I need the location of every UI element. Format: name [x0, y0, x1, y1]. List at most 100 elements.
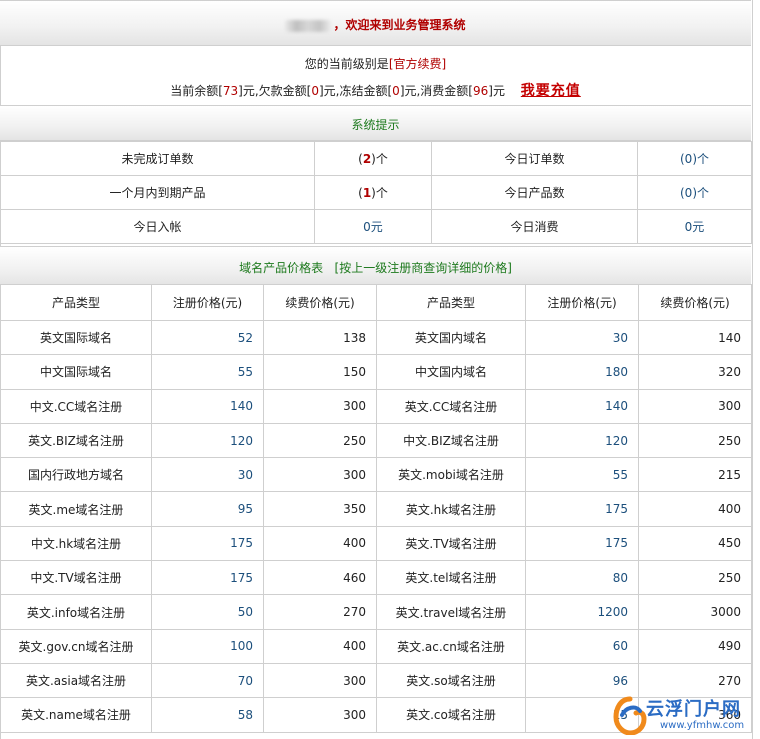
today-products-value: (0)个 [637, 175, 752, 210]
reg-price-cell: 58 [151, 697, 264, 733]
system-stats-table: 未完成订单数 (2)个 今日订单数 (0)个 一个月内到期产品 (1)个 今日产… [0, 141, 752, 244]
renew-price-cell: 270 [263, 594, 377, 630]
product-type-cell: 英文.hk域名注册 [376, 491, 526, 527]
col-header-product-type: 产品类型 [376, 284, 526, 321]
balance-value: 73 [222, 84, 239, 98]
today-income-value: 0元 [314, 209, 432, 244]
currency-suffix: ]元 [488, 84, 505, 98]
reg-price-cell: 100 [151, 628, 264, 664]
blurred-username [285, 19, 332, 32]
stat-label: 今日订单数 [431, 141, 638, 176]
renew-price-cell: 250 [263, 422, 377, 459]
frozen-value: 0 [392, 84, 400, 98]
product-type-cell: 中文.hk域名注册 [0, 525, 152, 562]
renew-price-cell: 400 [263, 525, 377, 562]
product-type-cell: 英文.travel域名注册 [376, 594, 526, 630]
balance-label: 当前余额[ [170, 84, 223, 98]
level-value: [官方续费] [388, 57, 447, 71]
frozen-label: ]元,冻结金额[ [318, 84, 393, 98]
col-header-renew-price: 续费价格(元) [263, 284, 377, 321]
renew-price-cell: 400 [263, 628, 377, 664]
reg-price-cell: 120 [151, 422, 264, 459]
account-level-line: 您的当前级别是[官方续费] [0, 55, 751, 72]
stat-value[interactable]: (1)个 [314, 175, 432, 210]
renew-price-cell: 300 [263, 697, 377, 733]
stat-label: 今日入帐 [0, 209, 315, 244]
reg-price-cell: 60 [525, 628, 639, 664]
renew-price-cell: 138 [263, 319, 377, 356]
domain-price-table: 产品类型 注册价格(元) 续费价格(元) 产品类型 注册价格(元) 续费价格(元… [0, 284, 752, 733]
price-row: 中文.CC域名注册 140 300 英文.CC域名注册 140 300 [0, 388, 752, 424]
stat-label: 未完成订单数 [0, 141, 315, 176]
price-row: 英文国际域名 52 138 英文国内域名 30 140 [0, 319, 752, 356]
product-type-cell: 英文.co域名注册 [376, 697, 526, 733]
stat-label: 今日消费 [431, 209, 638, 244]
renew-price-cell: 400 [638, 491, 752, 527]
consumed-value: 96 [473, 84, 489, 98]
price-row: 中文国际域名 55 150 中文国内域名 180 320 [0, 354, 752, 390]
recharge-link[interactable]: 我要充值 [521, 83, 581, 99]
price-row: 中文.TV域名注册 175 460 英文.tel域名注册 80 250 [0, 560, 752, 596]
reg-price-cell: 120 [525, 422, 639, 459]
reg-price-cell: 140 [525, 388, 639, 424]
debt-label: ]元,欠款金额[ [238, 84, 312, 98]
system-tips-bar: 系统提示 [0, 105, 751, 141]
welcome-text: ，欢迎来到业务管理系统 [333, 18, 466, 32]
product-type-cell: 英文国内域名 [376, 319, 526, 356]
renew-price-cell: 350 [263, 491, 377, 527]
consumed-label: ]元,消费金额[ [399, 84, 473, 98]
product-type-cell: 英文.mobi域名注册 [376, 457, 526, 493]
renew-price-cell: 150 [263, 354, 377, 390]
product-type-cell: 中文.BIZ域名注册 [376, 422, 526, 459]
product-type-cell: 英文.asia域名注册 [0, 662, 152, 699]
account-balance-line: 当前余额[73]元,欠款金额[0]元,冻结金额[0]元,消费金额[96]元 我要… [0, 80, 751, 100]
today-consumption-value: 0元 [637, 209, 752, 244]
cloud-logo-icon [613, 696, 647, 735]
renew-price-cell: 3000 [638, 594, 752, 630]
price-row: 英文.BIZ域名注册 120 250 中文.BIZ域名注册 120 250 [0, 422, 752, 459]
renew-price-cell: 300 [263, 388, 377, 424]
price-row: 中文.hk域名注册 175 400 英文.TV域名注册 175 450 [0, 525, 752, 562]
reg-price-cell: 175 [525, 525, 639, 562]
product-type-cell: 英文.TV域名注册 [376, 525, 526, 562]
renew-price-cell: 300 [638, 388, 752, 424]
product-type-cell: 中文.CC域名注册 [0, 388, 152, 424]
product-type-cell: 英文.BIZ域名注册 [0, 422, 152, 459]
product-type-cell: 中文国内域名 [376, 354, 526, 390]
stat-value[interactable]: (2)个 [314, 141, 432, 176]
reg-price-cell: 1200 [525, 594, 639, 630]
renew-price-cell: 450 [638, 525, 752, 562]
reg-price-cell: 30 [151, 457, 264, 493]
reg-price-cell: 30 [525, 319, 639, 356]
stat-label: 一个月内到期产品 [0, 175, 315, 210]
reg-price-cell: 55 [525, 457, 639, 493]
price-table-title: 域名产品价格表 [239, 261, 324, 275]
account-info: 您的当前级别是[官方续费] 当前余额[73]元,欠款金额[0]元,冻结金额[0]… [0, 46, 751, 104]
unfinished-orders-count: 2 [362, 152, 372, 166]
product-type-cell: 英文.me域名注册 [0, 491, 152, 527]
price-table-title-bar: 域名产品价格表 [按上一级注册商查询详细的价格] [0, 246, 751, 286]
renew-price-cell: 490 [638, 628, 752, 664]
renew-price-cell: 300 [263, 662, 377, 699]
col-header-reg-price: 注册价格(元) [525, 284, 639, 321]
col-header-product-type: 产品类型 [0, 284, 152, 321]
debt-value: 0 [311, 84, 319, 98]
renew-price-cell: 215 [638, 457, 752, 493]
reg-price-cell: 55 [151, 354, 264, 390]
price-row: 国内行政地方域名 30 300 英文.mobi域名注册 55 215 [0, 457, 752, 493]
today-orders-value: (0)个 [637, 141, 752, 176]
price-row: 英文.info域名注册 50 270 英文.travel域名注册 1200 3000 [0, 594, 752, 630]
reg-price-cell: 70 [151, 662, 264, 699]
reg-price-cell: 50 [151, 594, 264, 630]
price-header-row: 产品类型 注册价格(元) 续费价格(元) 产品类型 注册价格(元) 续费价格(元… [0, 284, 752, 321]
product-type-cell: 英文.so域名注册 [376, 662, 526, 699]
price-row: 英文.me域名注册 95 350 英文.hk域名注册 175 400 [0, 491, 752, 527]
stat-label: 今日产品数 [431, 175, 638, 210]
product-type-cell: 英文.name域名注册 [0, 697, 152, 733]
system-tips-title: 系统提示 [351, 118, 400, 132]
product-type-cell: 英文.tel域名注册 [376, 560, 526, 596]
reg-price-cell: 80 [525, 560, 639, 596]
price-table-note[interactable]: [按上一级注册商查询详细的价格] [335, 261, 512, 275]
product-type-cell: 英文.info域名注册 [0, 594, 152, 630]
renew-price-cell: 250 [638, 422, 752, 459]
